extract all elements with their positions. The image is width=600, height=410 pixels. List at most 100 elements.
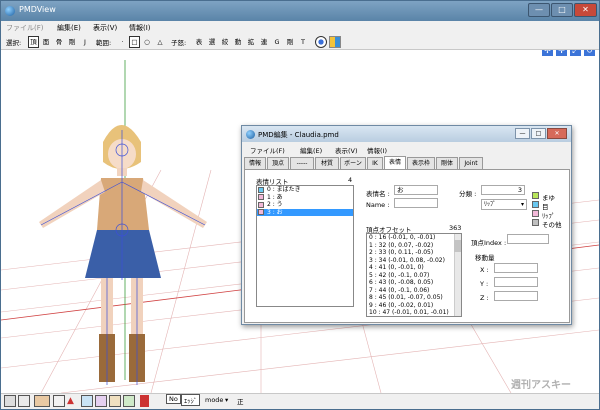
tab-display-frame[interactable]: 表示枠 bbox=[407, 157, 435, 169]
minimize-button[interactable]: — bbox=[528, 3, 550, 17]
offset-list-item[interactable]: 8 : 45 (0.01, -0.07, 0.05) bbox=[367, 294, 461, 302]
select-bone-button[interactable]: 骨 bbox=[54, 36, 64, 48]
sub-button-rigid[interactable]: 剛 bbox=[285, 36, 295, 48]
select-face-button[interactable]: 面 bbox=[41, 36, 51, 48]
vertex-index-label: 頂点Index : bbox=[471, 239, 507, 247]
offset-list-item[interactable]: 3 : 34 (-0.01, 0.08, -0.02) bbox=[367, 257, 461, 265]
select-vertex-button[interactable]: 頂 bbox=[28, 36, 39, 48]
category-select[interactable]: ﾘｯﾌﾟ ▾ bbox=[481, 199, 527, 210]
dialog-maximize-button[interactable]: □ bbox=[531, 128, 546, 139]
camera-view-icon[interactable] bbox=[315, 36, 327, 48]
menu-edit[interactable]: 編集(E) bbox=[57, 23, 81, 33]
sub-button-t[interactable]: T bbox=[298, 36, 308, 48]
status-icon-6[interactable] bbox=[81, 395, 93, 407]
offset-list-item[interactable]: 4 : 41 (0, -0.01, 0) bbox=[367, 264, 461, 272]
offset-count: 363 bbox=[449, 224, 462, 232]
offset-list-item[interactable]: 5 : 42 (0, -0.1, 0.07) bbox=[367, 272, 461, 280]
offset-list-item[interactable]: 0 : 16 (-0.01, 0, -0.01) bbox=[367, 234, 461, 242]
category-label: 分類 : bbox=[459, 190, 477, 198]
range-circle-button[interactable]: ○ bbox=[142, 36, 152, 48]
dialog-close-button[interactable]: ✕ bbox=[547, 128, 567, 139]
sub-button-select[interactable]: 選 bbox=[207, 36, 217, 48]
status-icon-5[interactable]: ▲ bbox=[67, 396, 74, 406]
menu-file[interactable]: ファイル(F) bbox=[6, 23, 44, 33]
menu-info[interactable]: 情報(I) bbox=[129, 23, 151, 33]
tab-separator[interactable]: ----- bbox=[290, 157, 314, 169]
sub-button-g[interactable]: G bbox=[272, 36, 282, 48]
zoom-icon[interactable]: ⤢ bbox=[570, 50, 581, 56]
tab-info[interactable]: 情報 bbox=[244, 157, 266, 169]
move-y-field[interactable] bbox=[494, 277, 538, 287]
sub-button-scale[interactable]: 拡 bbox=[246, 36, 256, 48]
no-button[interactable]: No bbox=[166, 394, 181, 404]
offset-list-item[interactable]: 2 : 33 (0, 0.11, -0.05) bbox=[367, 249, 461, 257]
morph-list-item[interactable]: 1 : あ bbox=[257, 194, 353, 202]
tab-vertex[interactable]: 頂点 bbox=[267, 157, 289, 169]
morph-list-item-selected[interactable]: 3 : お bbox=[257, 208, 353, 216]
title-bar[interactable]: PMDView — □ ✕ bbox=[1, 1, 599, 21]
mode-dropdown-icon[interactable]: ▾ bbox=[225, 396, 228, 404]
rotate-icon[interactable]: ↻ bbox=[584, 50, 595, 56]
grid-toggle-icon[interactable] bbox=[329, 36, 341, 48]
status-icon-8[interactable] bbox=[109, 395, 121, 407]
offset-list-item[interactable]: 9 : 46 (0, -0.02, 0.01) bbox=[367, 302, 461, 310]
dialog-menu-view[interactable]: 表示(V) bbox=[335, 145, 358, 155]
range-point-button[interactable]: · bbox=[118, 36, 127, 48]
category-number-field[interactable]: 3 bbox=[481, 185, 525, 195]
select-joint-button[interactable]: J bbox=[80, 36, 90, 48]
tab-rigid-body[interactable]: 剛体 bbox=[436, 157, 458, 169]
tab-material[interactable]: 材質 bbox=[315, 157, 339, 169]
dialog-title-bar[interactable]: PMD編集 - Claudia.pmd — □ ✕ bbox=[242, 126, 571, 142]
sub-button-filter[interactable]: 絞 bbox=[220, 36, 230, 48]
offset-list-item[interactable]: 10 : 47 (-0.01, 0.01, -0.01) bbox=[367, 309, 461, 316]
close-button[interactable]: ✕ bbox=[574, 3, 597, 17]
tab-ik[interactable]: IK bbox=[367, 157, 383, 169]
status-icon-9[interactable] bbox=[123, 395, 135, 407]
category-swatch-eye bbox=[532, 201, 539, 208]
move-z-field[interactable] bbox=[494, 291, 538, 301]
scrollbar-thumb[interactable] bbox=[454, 240, 461, 252]
menu-view[interactable]: 表示(V) bbox=[93, 23, 117, 33]
range-triangle-button[interactable]: △ bbox=[155, 36, 165, 48]
offset-list-item[interactable]: 7 : 44 (0, -0.1, 0.06) bbox=[367, 287, 461, 295]
status-icon-4[interactable] bbox=[53, 395, 65, 407]
category-swatch-eyebrow bbox=[532, 192, 539, 199]
move-x-field[interactable] bbox=[494, 263, 538, 273]
name-label: Name : bbox=[366, 201, 390, 209]
status-icon-7[interactable] bbox=[95, 395, 107, 407]
morph-color-swatch bbox=[258, 194, 264, 200]
sub-label: 子怒: bbox=[171, 39, 187, 47]
dialog-menu-edit[interactable]: 編集(E) bbox=[300, 145, 322, 155]
offset-list-item[interactable]: 6 : 43 (0, -0.08, 0.05) bbox=[367, 279, 461, 287]
tab-joint[interactable]: Joint bbox=[459, 157, 483, 169]
dialog-menu-file[interactable]: ファイル(F) bbox=[250, 145, 285, 155]
sub-button-show[interactable]: 表 bbox=[194, 36, 204, 48]
offset-list[interactable]: 0 : 16 (-0.01, 0, -0.01) 1 : 32 (0, 0.07… bbox=[366, 233, 462, 317]
dialog-menu-info[interactable]: 情報(I) bbox=[367, 145, 387, 155]
range-rect-button[interactable]: □ bbox=[129, 36, 140, 48]
tab-bone[interactable]: ボーン bbox=[340, 157, 366, 169]
morph-list[interactable]: 0 : まばたき 1 : あ 2 : う 3 : お bbox=[256, 185, 354, 307]
status-icon-3[interactable] bbox=[34, 395, 50, 407]
status-icon-2[interactable] bbox=[18, 395, 30, 407]
move-icon[interactable]: ✛ bbox=[556, 50, 567, 56]
status-icon-1[interactable] bbox=[4, 395, 16, 407]
edge-button[interactable]: ｴｯｼﾞ bbox=[181, 394, 200, 406]
dialog-minimize-button[interactable]: — bbox=[515, 128, 530, 139]
mode-select[interactable]: mode bbox=[205, 396, 223, 404]
sub-button-move[interactable]: 動 bbox=[233, 36, 243, 48]
vertex-index-field[interactable] bbox=[507, 234, 549, 244]
morph-list-item[interactable]: 0 : まばたき bbox=[257, 186, 353, 194]
move-amount-label: 移動量 bbox=[475, 254, 495, 262]
maximize-button[interactable]: □ bbox=[551, 3, 573, 17]
select-rigid-button[interactable]: 剛 bbox=[67, 36, 77, 48]
sub-button-link[interactable]: 連 bbox=[259, 36, 269, 48]
status-color-swatch[interactable] bbox=[140, 395, 149, 407]
name-field[interactable] bbox=[394, 198, 438, 208]
tab-morph[interactable]: 表情 bbox=[384, 156, 406, 170]
morph-name-field[interactable]: お bbox=[394, 185, 438, 195]
morph-list-item[interactable]: 2 : う bbox=[257, 201, 353, 209]
window-title: PMDView bbox=[19, 5, 56, 14]
pan-icon[interactable]: ✢ bbox=[542, 50, 553, 56]
offset-list-item[interactable]: 1 : 32 (0, 0.07, -0.02) bbox=[367, 242, 461, 250]
